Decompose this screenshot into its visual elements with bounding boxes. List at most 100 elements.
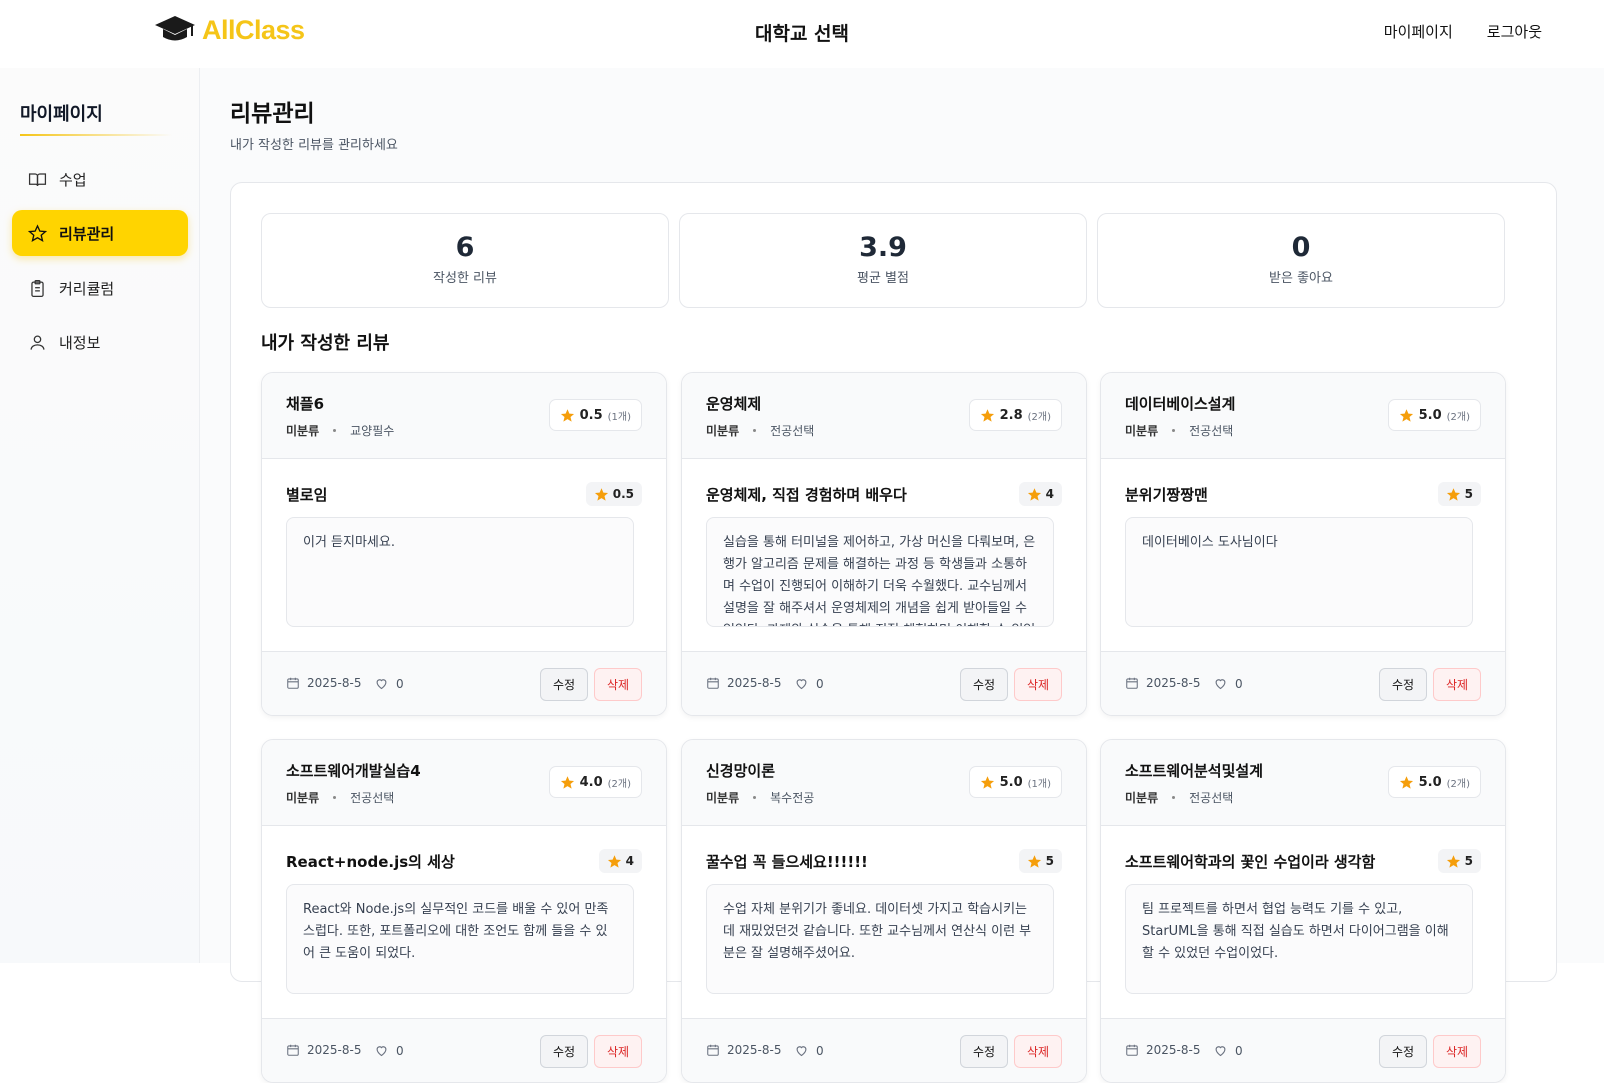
course-type: 교양필수	[350, 424, 395, 438]
course-name[interactable]: 운영체제	[706, 393, 761, 414]
review-title: 별로임	[286, 486, 328, 504]
delete-button[interactable]: 삭제	[1014, 668, 1062, 701]
review-score: 5	[1464, 487, 1473, 501]
edit-button[interactable]: 수정	[540, 668, 588, 701]
main-content: 리뷰관리 내가 작성한 리뷰를 관리하세요 6 작성한 리뷰 3.9 평균 별점…	[200, 68, 1604, 1083]
review-likes: 0	[816, 1043, 824, 1058]
course-rating-badge: 0.5 (1개)	[548, 399, 642, 431]
review-footer: 2025-8-5 0 수정 삭제	[682, 651, 1086, 715]
mypage-link[interactable]: 마이페이지	[1384, 21, 1453, 42]
course-review-count: (2개)	[1446, 778, 1470, 790]
review-card: 소프트웨어분석및설계 미분류 전공선택 5.0 (2개) 소프트웨어학과의 꽃인…	[1100, 739, 1506, 1083]
logout-link[interactable]: 로그아웃	[1487, 21, 1542, 42]
review-content[interactable]: 팀 프로젝트를 하면서 협업 능력도 기를 수 있고, StarUML을 통해 …	[1125, 884, 1473, 994]
review-score-badge: 4	[598, 849, 642, 873]
sidebar-item-classes[interactable]: 수업	[12, 156, 188, 202]
review-score-badge: 4	[1018, 482, 1062, 506]
review-title: 분위기짱짱맨	[1125, 486, 1208, 504]
star-icon	[980, 408, 994, 422]
edit-button[interactable]: 수정	[540, 1035, 588, 1068]
course-header: 소프트웨어개발실습4 미분류 전공선택 4.0 (2개)	[262, 740, 666, 826]
review-score: 5	[1045, 854, 1054, 868]
course-rating-badge: 4.0 (2개)	[548, 766, 642, 798]
star-icon	[1399, 775, 1413, 789]
review-date-wrap: 2025-8-5	[706, 676, 781, 690]
review-content[interactable]: 이거 듣지마세요.	[286, 517, 634, 627]
review-footer: 2025-8-5 0 수정 삭제	[262, 651, 666, 715]
sidebar-item-reviews[interactable]: 리뷰관리	[12, 210, 188, 256]
course-name[interactable]: 데이터베이스설계	[1125, 393, 1235, 414]
review-footer: 2025-8-5 0 수정 삭제	[262, 1018, 666, 1082]
sidebar-title: 마이페이지	[20, 104, 103, 125]
review-likes: 0	[816, 676, 824, 691]
sidebar-item-my-info[interactable]: 내정보	[12, 319, 188, 365]
star-icon	[1446, 854, 1460, 868]
review-score: 4	[1045, 487, 1054, 501]
review-date: 2025-8-5	[307, 1043, 362, 1057]
course-meta: 미분류 전공선택	[286, 789, 394, 806]
review-content[interactable]: 수업 자체 분위기가 좋네요. 데이터셋 가지고 학습시키는데 재밌었던것 같습…	[706, 884, 1054, 994]
review-likes-wrap: 0	[374, 1043, 404, 1058]
brand-logo[interactable]: AllClass	[154, 14, 305, 46]
review-title: 소프트웨어학과의 꽃인 수업이라 생각함	[1125, 853, 1376, 871]
course-review-count: (2개)	[1446, 411, 1470, 423]
review-date: 2025-8-5	[727, 676, 782, 690]
sidebar-item-curriculum[interactable]: 커리큘럼	[12, 265, 188, 311]
review-content[interactable]: 데이터베이스 도사님이다	[1125, 517, 1473, 627]
review-score-badge: 5	[1437, 482, 1481, 506]
course-header: 데이터베이스설계 미분류 전공선택 5.0 (2개)	[1101, 373, 1505, 459]
delete-button[interactable]: 삭제	[1433, 668, 1481, 701]
university-select-link[interactable]: 대학교 선택	[755, 23, 849, 45]
review-date-wrap: 2025-8-5	[1125, 1043, 1200, 1057]
stat-average-rating: 3.9 평균 별점	[679, 213, 1087, 308]
separator-dot	[753, 796, 757, 799]
review-content[interactable]: 실습을 통해 터미널을 제어하고, 가상 머신을 다뤄보며, 은행가 알고리즘 …	[706, 517, 1054, 627]
stat-review-count: 6 작성한 리뷰	[261, 213, 669, 308]
delete-button[interactable]: 삭제	[594, 668, 642, 701]
course-category: 미분류	[706, 791, 740, 805]
review-card: 소프트웨어개발실습4 미분류 전공선택 4.0 (2개) React+node.…	[261, 739, 667, 1083]
course-average: 0.5	[579, 407, 603, 423]
review-footer: 2025-8-5 0 수정 삭제	[682, 1018, 1086, 1082]
calendar-icon	[1126, 1044, 1138, 1056]
course-review-count: (2개)	[1027, 411, 1051, 423]
user-icon	[30, 335, 45, 350]
course-name[interactable]: 신경망이론	[706, 760, 775, 781]
heart-icon	[376, 1046, 387, 1057]
stat-label: 받은 좋아요	[1269, 271, 1333, 286]
course-review-count: (1개)	[1027, 778, 1051, 790]
edit-button[interactable]: 수정	[960, 668, 1008, 701]
course-rating-badge: 5.0 (1개)	[968, 766, 1062, 798]
stat-label: 작성한 리뷰	[433, 271, 497, 286]
review-date-wrap: 2025-8-5	[1125, 676, 1200, 690]
stat-value: 6	[455, 232, 475, 263]
review-date-wrap: 2025-8-5	[706, 1043, 781, 1057]
course-name[interactable]: 소프트웨어분석및설계	[1125, 760, 1263, 781]
reviews-panel: 6 작성한 리뷰 3.9 평균 별점 0 받은 좋아요 내가 작성한 리뷰 채플…	[230, 182, 1557, 1083]
review-footer: 2025-8-5 0 수정 삭제	[1101, 1018, 1505, 1082]
heart-icon	[796, 679, 807, 690]
star-icon	[980, 775, 994, 789]
calendar-icon	[707, 677, 719, 689]
review-score-badge: 5	[1437, 849, 1481, 873]
review-content[interactable]: React와 Node.js의 실무적인 코드를 배울 수 있어 만족스럽다. …	[286, 884, 634, 994]
review-body: 운영체제, 직접 경험하며 배우다 4 실습을 통해 터미널을 제어하고, 가상…	[682, 459, 1086, 651]
edit-button[interactable]: 수정	[1379, 668, 1427, 701]
review-card: 신경망이론 미분류 복수전공 5.0 (1개) 꿀수업 꼭 들으세요!!!!!!…	[681, 739, 1087, 1083]
review-body: React+node.js의 세상 4 React와 Node.js의 실무적인…	[262, 826, 666, 1018]
review-footer: 2025-8-5 0 수정 삭제	[1101, 651, 1505, 715]
book-icon	[28, 172, 47, 186]
top-navigation-bar: AllClass 대학교 선택 마이페이지 로그아웃	[0, 0, 1604, 68]
course-average: 2.8	[999, 407, 1023, 423]
course-name[interactable]: 채플6	[286, 393, 324, 414]
edit-button[interactable]: 수정	[1379, 1035, 1427, 1068]
edit-button[interactable]: 수정	[960, 1035, 1008, 1068]
review-date: 2025-8-5	[1146, 1043, 1201, 1057]
delete-button[interactable]: 삭제	[594, 1035, 642, 1068]
course-name[interactable]: 소프트웨어개발실습4	[286, 760, 421, 781]
sidebar-item-label: 내정보	[59, 333, 101, 352]
delete-button[interactable]: 삭제	[1014, 1035, 1062, 1068]
course-type: 전공선택	[1189, 791, 1234, 805]
delete-button[interactable]: 삭제	[1433, 1035, 1481, 1068]
review-likes: 0	[396, 1043, 404, 1058]
